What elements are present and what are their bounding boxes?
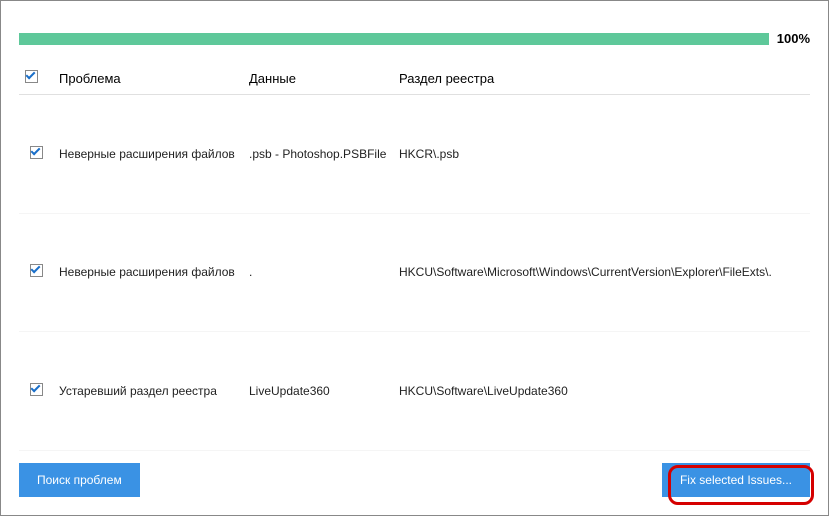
row-checkbox[interactable]	[30, 383, 43, 396]
column-header-problem[interactable]: Проблема	[53, 62, 243, 95]
search-problems-button[interactable]: Поиск проблем	[19, 463, 140, 497]
issues-table: Проблема Данные Раздел реестра Неверные …	[19, 62, 810, 451]
row-checkbox[interactable]	[30, 146, 43, 159]
footer: Поиск проблем Fix selected Issues...	[19, 451, 810, 503]
table-row[interactable]: Неверные расширения файлов . HKCU\Softwa…	[19, 213, 810, 332]
cell-registry: HKCR\.psb	[393, 95, 810, 214]
progress-percent: 100%	[777, 31, 810, 46]
fix-selected-issues-button[interactable]: Fix selected Issues...	[662, 463, 810, 497]
progress-bar	[19, 33, 769, 45]
row-checkbox[interactable]	[30, 264, 43, 277]
cell-data: LiveUpdate360	[243, 332, 393, 451]
table-row[interactable]: Устаревший раздел реестра LiveUpdate360 …	[19, 332, 810, 451]
cell-data: .psb - Photoshop.PSBFile	[243, 95, 393, 214]
cell-problem: Неверные расширения файлов	[53, 213, 243, 332]
cell-registry: HKCU\Software\LiveUpdate360	[393, 332, 810, 451]
cell-registry: HKCU\Software\Microsoft\Windows\CurrentV…	[393, 213, 810, 332]
table-row[interactable]: Неверные расширения файлов .psb - Photos…	[19, 95, 810, 214]
column-header-registry[interactable]: Раздел реестра	[393, 62, 810, 95]
progress-row: 100%	[19, 31, 810, 46]
select-all-checkbox[interactable]	[25, 70, 38, 83]
cell-data: .	[243, 213, 393, 332]
column-header-data[interactable]: Данные	[243, 62, 393, 95]
cell-problem: Неверные расширения файлов	[53, 95, 243, 214]
cell-problem: Устаревший раздел реестра	[53, 332, 243, 451]
